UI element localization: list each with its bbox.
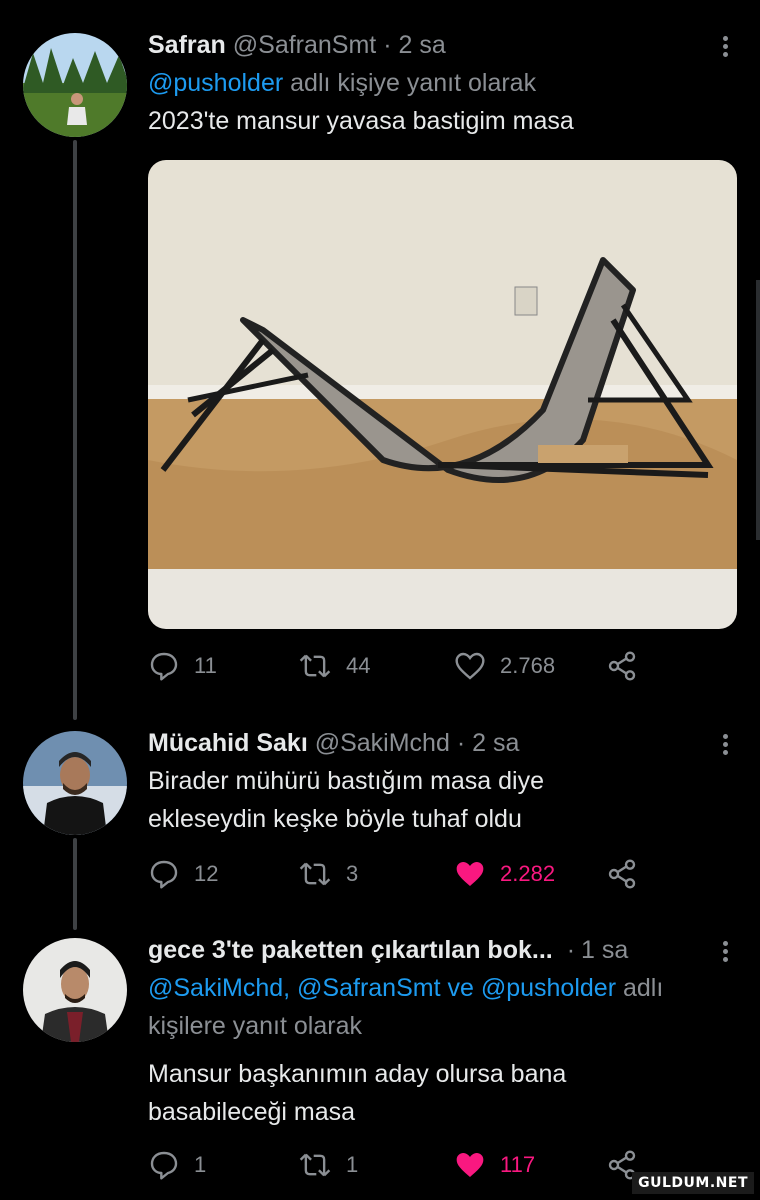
tweet-header: Mücahid Sakı @SakiMchd · 2 sa xyxy=(148,728,732,758)
tweet-image[interactable] xyxy=(148,160,737,629)
display-name[interactable]: gece 3'te paketten çıkartılan bok... xyxy=(148,935,553,965)
mention-joiner: ve xyxy=(447,974,474,1002)
like-count: 2.768 xyxy=(500,653,556,678)
separator: · xyxy=(383,31,392,59)
like-count: 117 xyxy=(500,1152,536,1177)
separator: · xyxy=(566,936,576,964)
retweet-button[interactable]: 1 xyxy=(298,1149,358,1181)
thread-line xyxy=(73,838,77,930)
scrollbar[interactable] xyxy=(756,280,760,540)
share-button[interactable] xyxy=(606,650,638,682)
retweet-count: 44 xyxy=(346,653,371,678)
reply-suffix-line: kişilere yanıt olarak xyxy=(148,1012,362,1040)
reply-count: 1 xyxy=(194,1152,207,1177)
timestamp[interactable]: 1 sa xyxy=(581,935,628,965)
like-icon xyxy=(455,652,485,680)
reply-button[interactable]: 1 xyxy=(148,1149,206,1181)
mention-link[interactable]: @pusholder xyxy=(481,974,616,1002)
reply-icon xyxy=(150,652,178,681)
retweet-icon xyxy=(299,862,331,886)
display-name[interactable]: Safran xyxy=(148,31,226,59)
reply-count: 12 xyxy=(194,861,219,886)
avatar[interactable] xyxy=(23,938,127,1042)
handle[interactable]: @SakiMchd xyxy=(315,729,450,757)
reply-suffix: adlı xyxy=(622,974,664,1002)
tweet-actions: 12 3 2.282 xyxy=(148,858,648,894)
tweet-actions: 11 44 2.768 xyxy=(148,650,648,686)
more-icon[interactable] xyxy=(720,938,730,965)
tweet-header: gece 3'te paketten çıkartılan bok... · 1… xyxy=(148,935,732,965)
tweet-text-line: basabileceği masa xyxy=(148,1098,356,1126)
like-button[interactable]: 2.768 xyxy=(454,650,555,682)
tweet-text: Birader mühürü bastığım masa diye eklese… xyxy=(148,762,732,838)
reply-button[interactable]: 11 xyxy=(148,650,217,682)
retweet-icon xyxy=(299,654,331,678)
timestamp[interactable]: 2 sa xyxy=(472,729,519,757)
like-button[interactable]: 117 xyxy=(454,1149,535,1181)
retweet-button[interactable]: 3 xyxy=(298,858,358,890)
tweet-text-line: Mansur başkanımın aday olursa bana xyxy=(148,1060,567,1088)
mention-link[interactable]: @SakiMchd, xyxy=(148,974,290,1002)
tweet-header: Safran @SafranSmt · 2 sa xyxy=(148,30,732,60)
reply-icon xyxy=(150,860,178,889)
reply-suffix: adlı kişiye yanıt olarak xyxy=(290,69,537,97)
avatar[interactable] xyxy=(23,731,127,835)
avatar[interactable] xyxy=(23,33,127,137)
display-name[interactable]: Mücahid Sakı xyxy=(148,729,308,757)
separator: · xyxy=(456,729,466,757)
mention-link[interactable]: @pusholder xyxy=(148,69,283,97)
mention-link[interactable]: @SafranSmt xyxy=(297,974,440,1002)
like-count: 2.282 xyxy=(500,861,556,886)
share-button[interactable] xyxy=(606,858,638,890)
like-icon xyxy=(456,1153,484,1177)
reply-icon xyxy=(150,1151,178,1180)
thread-line xyxy=(73,140,77,720)
share-icon xyxy=(608,651,636,681)
more-icon[interactable] xyxy=(720,33,730,60)
share-icon xyxy=(608,859,636,889)
reply-button[interactable]: 12 xyxy=(148,858,218,890)
tweet-text-line: Birader mühürü bastığım masa diye xyxy=(148,767,545,795)
tweet-actions: 1 1 117 xyxy=(148,1149,648,1185)
tweet-text: 2023'te mansur yavasa bastigim masa xyxy=(148,107,574,135)
retweet-count: 1 xyxy=(346,1152,359,1177)
tweet-text-line: ekleseydin keşke böyle tuhaf oldu xyxy=(148,805,522,833)
retweet-icon xyxy=(299,1153,331,1177)
reply-context: @pusholder adlı kişiye yanıt olarak xyxy=(148,64,732,102)
like-icon xyxy=(456,862,484,886)
reply-context: @SakiMchd, @SafranSmt ve @pusholder adlı… xyxy=(148,969,732,1045)
retweet-button[interactable]: 44 xyxy=(298,650,370,682)
watermark-logo: GULDUM.NET xyxy=(632,1172,754,1194)
reply-count: 11 xyxy=(194,653,217,678)
handle[interactable]: @SafranSmt xyxy=(233,31,376,59)
tweet-text: Mansur başkanımın aday olursa bana basab… xyxy=(148,1055,732,1131)
timestamp[interactable]: 2 sa xyxy=(398,31,445,59)
like-button[interactable]: 2.282 xyxy=(454,858,555,890)
more-icon[interactable] xyxy=(720,731,730,758)
retweet-count: 3 xyxy=(346,861,359,886)
